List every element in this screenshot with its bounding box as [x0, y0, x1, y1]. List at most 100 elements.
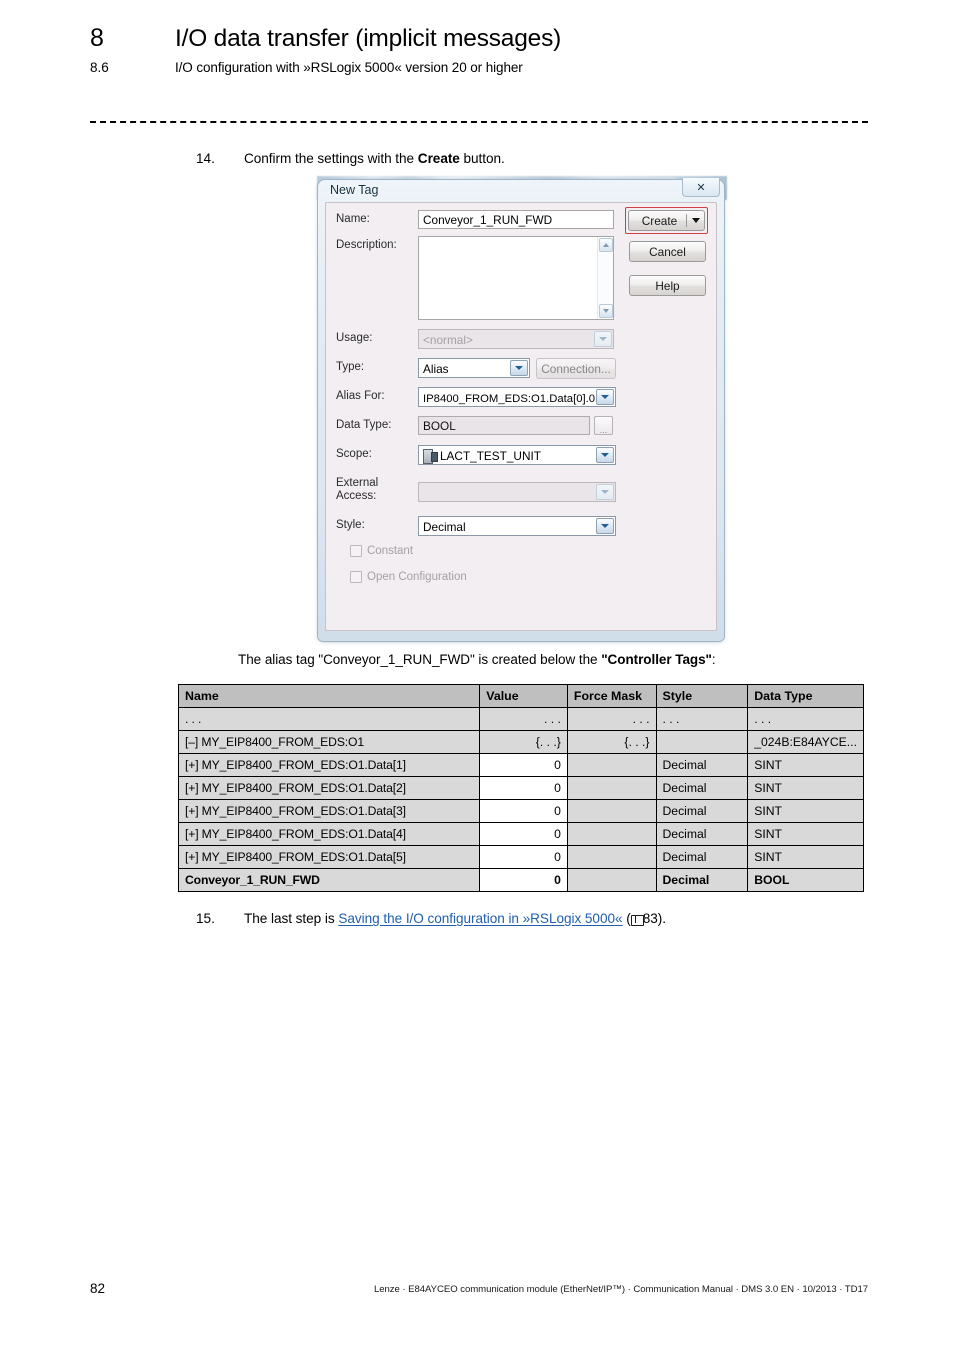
window-title-bar[interactable]: New Tag ✕ — [323, 178, 720, 200]
chevron-down-icon[interactable] — [596, 518, 614, 534]
cell-value: 0 — [479, 868, 568, 892]
connection-button: Connection... — [536, 358, 616, 379]
new-tag-dialog-screenshot: New Tag ✕ Name: Conveyor_1_RUN_FWD Descr… — [317, 176, 727, 643]
close-icon[interactable]: ✕ — [682, 178, 720, 197]
cell-style: Decimal — [655, 822, 749, 846]
chapter-number: 8 — [90, 24, 104, 52]
table-row[interactable]: [+] MY_EIP8400_FROM_EDS:O1.Data[4] 0 Decim… — [177, 822, 864, 846]
type-control: Alias Connection... — [418, 358, 616, 379]
step-14-number: 14. — [196, 151, 215, 166]
table-caption: The alias tag "Conveyor_1_RUN_FWD" is cr… — [238, 652, 716, 667]
data-type-browse-button[interactable]: ... — [594, 416, 613, 435]
close-glyph: ✕ — [696, 181, 706, 194]
cell-force-mask — [566, 845, 657, 869]
table-row[interactable]: [+] MY_EIP8400_FROM_EDS:O1.Data[1] 0 Decim… — [177, 753, 864, 777]
external-access-label-line1: External — [336, 477, 379, 489]
cell-style: Decimal — [655, 845, 749, 869]
scope-select[interactable]: LACT_TEST_UNIT — [418, 445, 616, 465]
controller-tags-table: Name Value Force Mask Style Data Type . … — [177, 684, 864, 892]
create-button-label: Create — [641, 213, 678, 228]
usage-select: <normal> — [418, 329, 614, 349]
description-control — [418, 236, 614, 320]
help-button[interactable]: Help — [629, 275, 706, 296]
open-configuration-label: Open Configuration — [367, 571, 467, 583]
column-header-style: Style — [655, 684, 749, 708]
cell-value: 0 — [479, 753, 568, 777]
step-15-ref-page: 83 — [642, 911, 658, 926]
table-row[interactable]: [–] MY_EIP8400_FROM_EDS:O1 {. . .} {. . .}… — [177, 730, 864, 754]
data-type-control: BOOL ... — [418, 416, 613, 435]
field-row-alias-for: Alias For: IP8400_FROM_EDS:O1.Data[0].0 — [336, 387, 616, 407]
section-title: I/O configuration with »RSLogix 5000« ve… — [175, 60, 523, 75]
type-select[interactable]: Alias — [418, 358, 530, 378]
cell-style: Decimal — [655, 753, 749, 777]
style-value: Decimal — [423, 520, 466, 534]
scroll-up-icon[interactable] — [599, 238, 613, 252]
chapter-title: I/O data transfer (implicit messages) — [175, 25, 562, 52]
cell-style: Decimal — [655, 868, 749, 892]
header-divider — [90, 121, 868, 123]
cell-data-type: . . . — [747, 707, 864, 731]
cell-style: Decimal — [655, 776, 749, 800]
alias-for-control: IP8400_FROM_EDS:O1.Data[0].0 — [418, 387, 616, 407]
open-configuration-checkbox — [350, 571, 362, 583]
create-button-highlight: Create — [625, 207, 708, 234]
table-row[interactable]: [+] MY_EIP8400_FROM_EDS:O1.Data[5] 0 Decim… — [177, 845, 864, 869]
cell-data-type: BOOL — [747, 868, 864, 892]
alias-for-value: IP8400_FROM_EDS:O1.Data[0].0 — [423, 393, 596, 405]
cell-force-mask — [566, 753, 657, 777]
scroll-down-icon[interactable] — [599, 304, 613, 318]
cell-data-type: _024B:E84AYCE... — [747, 730, 864, 754]
field-row-type: Type: Alias Connection... — [336, 358, 616, 379]
constant-checkbox — [350, 545, 362, 557]
table-row[interactable]: Conveyor_1_RUN_FWD 0 Decimal BOOL — [177, 868, 864, 892]
chevron-down-icon[interactable] — [510, 360, 528, 376]
open-configuration-checkbox-row: Open Configuration — [350, 571, 467, 583]
chapter-heading-row: 8 I/O data transfer (implicit messages) — [90, 24, 880, 53]
usage-control: <normal> — [418, 329, 614, 349]
cell-name: [+] MY_EIP8400_FROM_EDS:O1.Data[3] — [177, 799, 481, 823]
cell-value: 0 — [479, 776, 568, 800]
alias-for-select[interactable]: IP8400_FROM_EDS:O1.Data[0].0 — [418, 387, 616, 407]
page-header: 8 I/O data transfer (implicit messages) … — [90, 24, 880, 75]
create-dropdown-icon[interactable] — [687, 218, 704, 223]
type-label: Type: — [336, 361, 365, 373]
chevron-down-icon — [596, 484, 614, 500]
data-type-input[interactable]: BOOL — [418, 416, 590, 435]
footer-page-number: 82 — [90, 1281, 106, 1296]
create-button[interactable]: Create — [628, 210, 705, 231]
section-heading-row: 8.6 I/O configuration with »RSLogix 5000… — [90, 60, 880, 75]
name-control: Conveyor_1_RUN_FWD — [418, 210, 614, 229]
table-body: . . .. . .. . .. . .. . . [–] MY_EIP8400_… — [177, 707, 864, 892]
field-row-name: Name: Conveyor_1_RUN_FWD — [336, 210, 614, 229]
cell-name: . . . — [177, 707, 481, 731]
cell-value: . . . — [479, 707, 568, 731]
description-textarea[interactable] — [418, 236, 614, 320]
constant-label: Constant — [367, 545, 414, 557]
step-15-number: 15. — [196, 911, 215, 926]
step-15-text-before: The last step is — [244, 911, 339, 926]
cell-style — [655, 730, 749, 754]
description-scrollbar[interactable] — [597, 237, 613, 319]
table-row[interactable]: . . .. . .. . .. . .. . . — [177, 707, 864, 731]
cell-style: Decimal — [655, 799, 749, 823]
saving-io-configuration-link[interactable]: Saving the I/O configuration in »RSLogix… — [338, 911, 622, 926]
step-14: 14. Confirm the settings with the Create… — [196, 151, 505, 166]
cell-force-mask — [566, 799, 657, 823]
external-access-select — [418, 482, 616, 502]
style-select[interactable]: Decimal — [418, 516, 616, 536]
name-input[interactable]: Conveyor_1_RUN_FWD — [418, 210, 614, 229]
field-row-description: Description: — [336, 236, 614, 320]
cell-value: 0 — [479, 799, 568, 823]
caption-text-after: : — [711, 652, 716, 667]
table-row[interactable]: [+] MY_EIP8400_FROM_EDS:O1.Data[3] 0 Decim… — [177, 799, 864, 823]
cell-value: 0 — [479, 822, 568, 846]
cell-data-type: SINT — [747, 776, 864, 800]
chevron-down-icon[interactable] — [596, 447, 614, 463]
style-control: Decimal — [418, 516, 616, 536]
step-15: 15. The last step is Saving the I/O conf… — [196, 911, 666, 926]
table-row[interactable]: [+] MY_EIP8400_FROM_EDS:O1.Data[2] 0 Decim… — [177, 776, 864, 800]
cancel-button[interactable]: Cancel — [629, 241, 706, 262]
chevron-down-icon[interactable] — [596, 389, 614, 405]
chevron-down-icon — [594, 331, 612, 347]
